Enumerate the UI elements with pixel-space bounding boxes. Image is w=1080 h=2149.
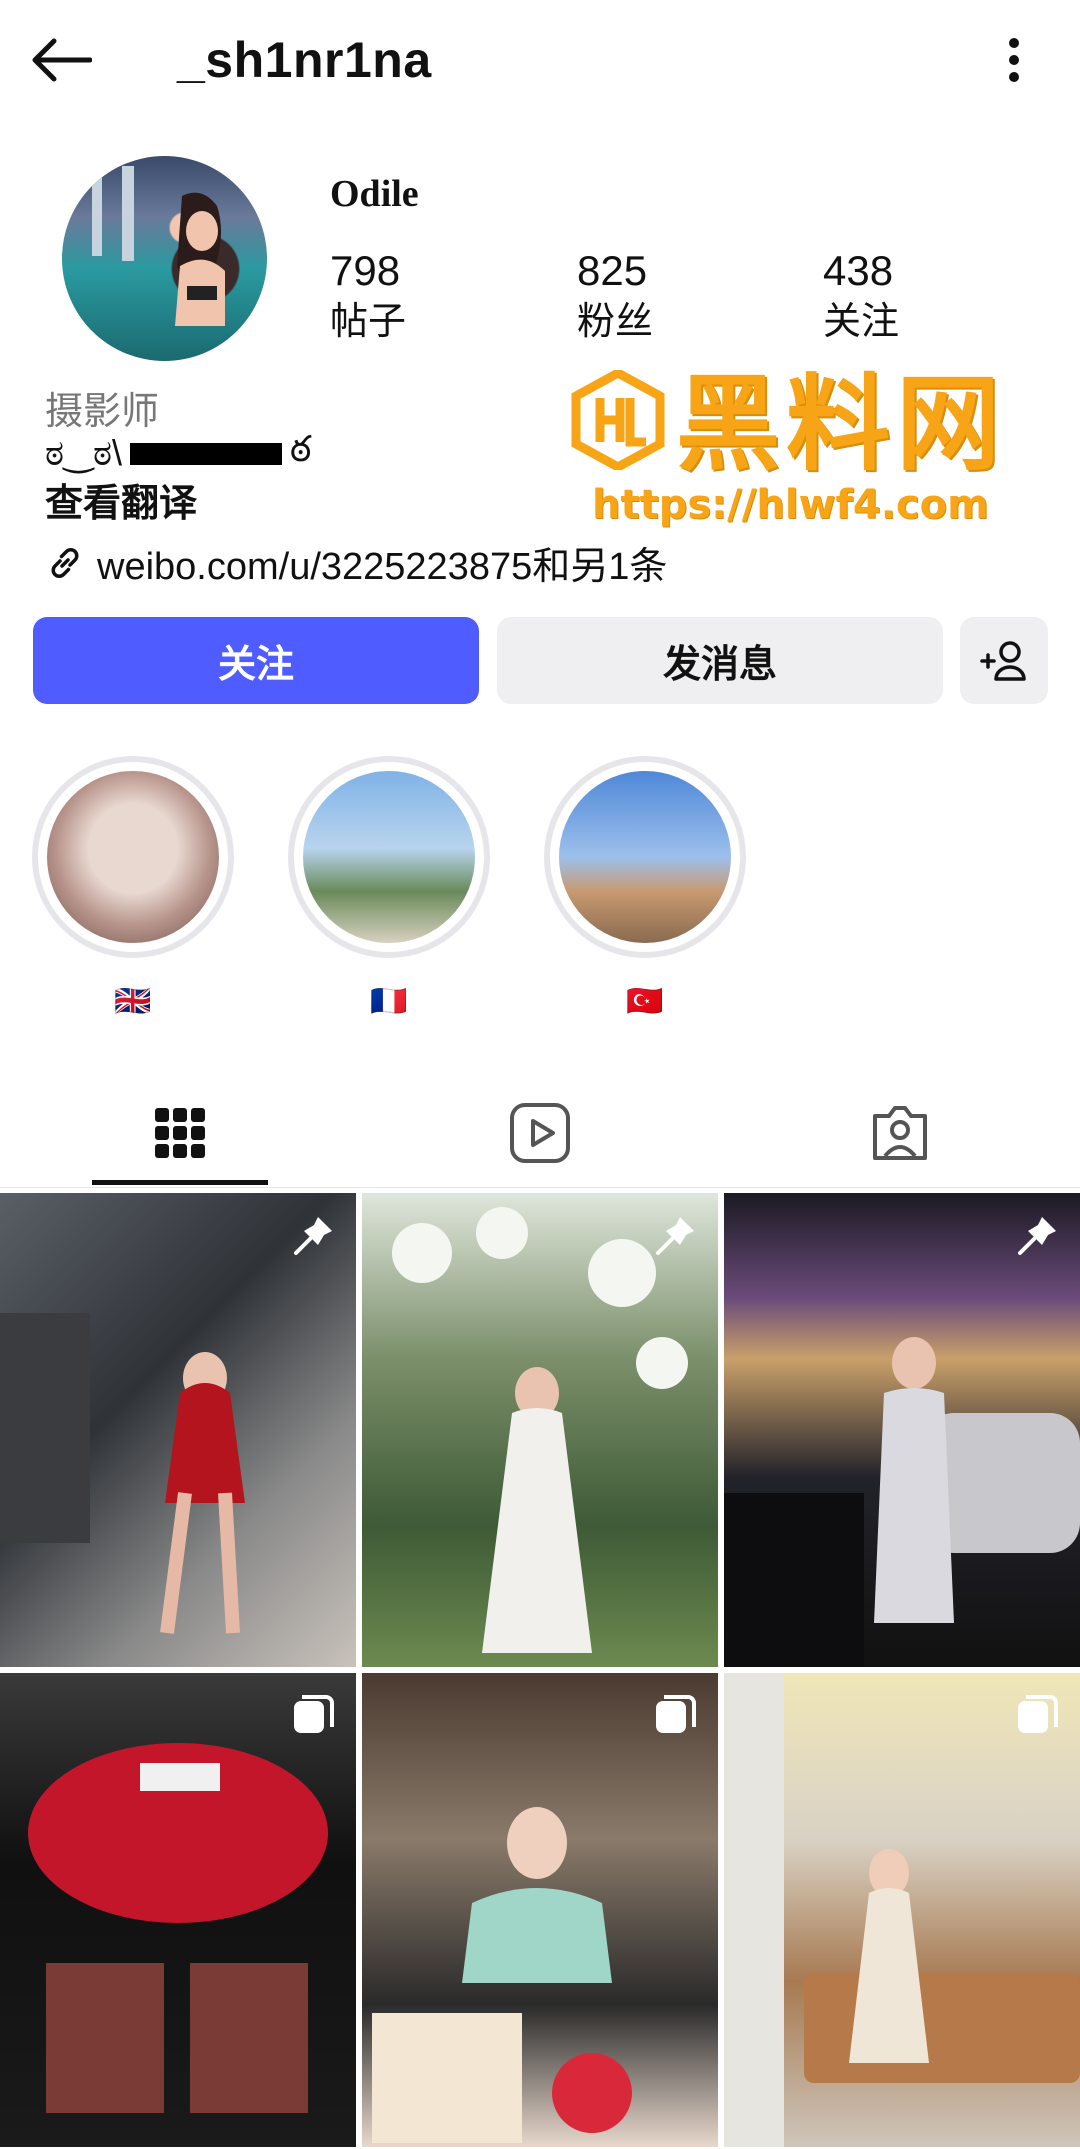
carousel-icon (656, 1695, 696, 1733)
back-button[interactable] (26, 28, 96, 92)
following-count-label: 关注 (823, 301, 900, 343)
back-arrow-icon (32, 38, 92, 82)
posts-count-value: 798 (330, 247, 401, 294)
add-person-icon (980, 640, 1026, 681)
carousel-icon (1018, 1695, 1058, 1733)
watermark: 黑料网 https://hlwf4.com (568, 364, 1058, 540)
bio-suffix: ఠ (290, 428, 312, 469)
post-thumbnail[interactable] (362, 1673, 718, 2147)
post-thumbnail[interactable] (0, 1193, 356, 1667)
post-image (392, 1207, 688, 1653)
highlight-item[interactable]: 🇹🇷 (544, 756, 746, 1019)
carousel-icon (294, 1695, 334, 1733)
following-count[interactable]: 438 关注 (823, 245, 1003, 347)
highlight-ring (288, 756, 490, 958)
post-thumbnail[interactable] (0, 1673, 356, 2147)
watermark-title: 黑料网 (676, 363, 1007, 485)
highlight-item[interactable]: 🇬🇧 (32, 756, 234, 1019)
profile-avatar[interactable] (62, 156, 267, 361)
avatar-image (92, 166, 225, 326)
highlight-cover (47, 771, 219, 943)
post-thumbnail[interactable] (724, 1673, 1080, 2147)
watermark-url: https://hlwf4.com (592, 482, 989, 528)
post-image (724, 1337, 1080, 1667)
suggest-users-button[interactable] (960, 617, 1048, 704)
grid-icon (155, 1108, 205, 1158)
posts-count[interactable]: 798 帖子 (330, 245, 510, 347)
post-thumbnail[interactable] (362, 1193, 718, 1667)
post-thumbnail[interactable] (724, 1193, 1080, 1667)
post-image (372, 1807, 632, 2143)
pin-icon (294, 1217, 332, 1255)
highlight-flag: 🇫🇷 (370, 985, 408, 1018)
reels-icon (510, 1103, 570, 1163)
posts-count-label: 帖子 (330, 301, 407, 343)
highlight-cover (303, 771, 475, 943)
highlight-flag: 🇬🇧 (114, 985, 152, 1018)
tagged-person-icon (873, 1106, 927, 1160)
followers-count-label: 粉丝 (577, 301, 654, 343)
bio-category: 摄影师 (45, 391, 160, 433)
followers-count[interactable]: 825 粉丝 (577, 245, 757, 347)
tabs-divider (0, 1187, 1080, 1188)
highlight-item[interactable]: 🇫🇷 (288, 756, 490, 1019)
highlight-flag: 🇹🇷 (626, 985, 664, 1018)
profile-link-text: weibo.com/u/3225223875和另1条 (97, 546, 668, 588)
more-vertical-icon (1009, 38, 1019, 82)
pin-icon (656, 1217, 694, 1255)
link-icon (51, 547, 79, 578)
highlight-ring (544, 756, 746, 958)
see-translation-link[interactable]: 查看翻译 (45, 472, 197, 527)
pin-icon (1018, 1217, 1056, 1255)
post-image (28, 1743, 328, 2113)
profile-username: _sh1nr1na (177, 32, 432, 88)
profile-link[interactable]: weibo.com/u/3225223875和另1条 (45, 535, 667, 590)
post-image (0, 1313, 245, 1634)
tab-tagged[interactable] (812, 1078, 988, 1188)
follow-button[interactable]: 关注 (33, 617, 479, 704)
following-count-value: 438 (823, 247, 894, 294)
highlight-ring (32, 756, 234, 958)
bio-kaomoji: ಠ‿ಠ\ (45, 432, 123, 473)
tab-posts-grid[interactable] (92, 1078, 268, 1188)
more-options-button[interactable] (990, 28, 1038, 92)
tab-reels[interactable] (452, 1078, 628, 1188)
redaction-bar (130, 442, 283, 465)
display-name: Odile (330, 173, 419, 215)
highlight-cover (559, 771, 731, 943)
followers-count-value: 825 (577, 247, 648, 294)
active-tab-indicator (92, 1180, 268, 1185)
message-button[interactable]: 发消息 (497, 617, 943, 704)
post-image (724, 1673, 1080, 2147)
watermark-logo-icon (571, 370, 665, 470)
